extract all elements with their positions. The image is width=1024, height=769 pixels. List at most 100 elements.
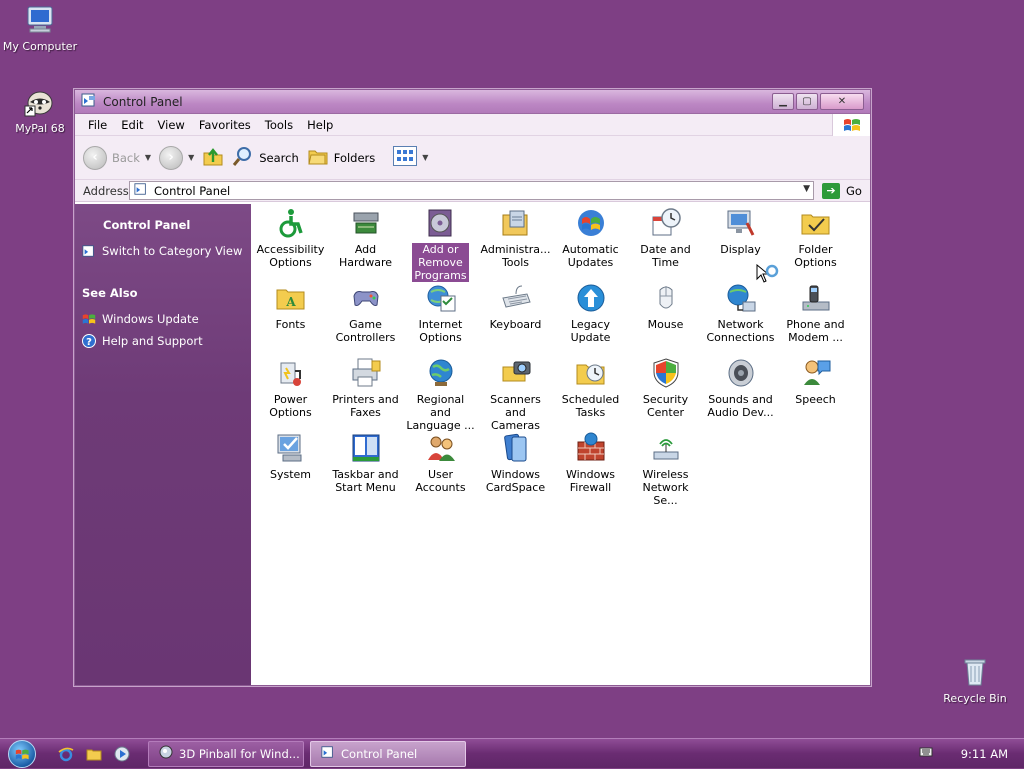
automatic-updates-icon: [575, 207, 607, 239]
close-button[interactable]: ✕: [820, 93, 864, 110]
label-line: Printers and: [332, 393, 399, 406]
control-panel-item[interactable]: Speech: [778, 357, 853, 406]
control-panel-item[interactable]: Security Center: [628, 357, 703, 419]
menu-tools[interactable]: Tools: [258, 118, 300, 132]
clock[interactable]: 9:11 AM: [961, 747, 1008, 761]
up-folder-icon: [202, 145, 224, 170]
control-panel-item[interactable]: System: [253, 432, 328, 481]
control-panel-item[interactable]: Sounds and Audio Dev...: [703, 357, 778, 419]
control-panel-item[interactable]: Power Options: [253, 357, 328, 419]
scanners-cameras-icon: [500, 357, 532, 389]
desktop-icon-recycle-bin[interactable]: Recycle Bin: [935, 656, 1015, 705]
taskbar-button-pinball[interactable]: 3D Pinball for Wind...: [148, 740, 304, 767]
control-panel-item[interactable]: Taskbar and Start Menu: [328, 432, 403, 494]
control-panel-item[interactable]: Windows CardSpace: [478, 432, 553, 494]
control-panel-item-label: Game Controllers: [334, 318, 398, 344]
media-player-icon[interactable]: [114, 746, 130, 762]
control-panel-item[interactable]: Date and Time: [628, 207, 703, 269]
control-panel-item[interactable]: Internet Options: [403, 282, 478, 344]
my-computer-icon: [24, 4, 56, 36]
maximize-button[interactable]: ▢: [796, 93, 818, 110]
chevron-down-icon[interactable]: ▼: [803, 184, 810, 194]
switch-category-view-link[interactable]: Switch to Category View: [75, 244, 251, 258]
label-line: Updates: [567, 256, 614, 269]
windows-update-link[interactable]: Windows Update: [75, 312, 251, 326]
control-panel-item[interactable]: Keyboard: [478, 282, 553, 331]
label-line: Network: [717, 318, 764, 331]
chevron-down-icon[interactable]: ▼: [145, 153, 151, 162]
taskbar-button-control-panel[interactable]: Control Panel: [310, 740, 466, 767]
control-panel-item[interactable]: Mouse: [628, 282, 703, 331]
menu-favorites[interactable]: Favorites: [192, 118, 258, 132]
taskbar-start-menu-icon: [350, 432, 382, 464]
control-panel-item[interactable]: Printers and Faxes: [328, 357, 403, 419]
control-panel-item[interactable]: Folder Options: [778, 207, 853, 269]
control-panel-item[interactable]: Regional and Language ...: [403, 357, 478, 432]
control-panel-item-label: Windows Firewall: [564, 468, 617, 494]
label-line: Remove: [418, 256, 463, 269]
menu-file[interactable]: File: [81, 118, 114, 132]
folders-label: Folders: [333, 150, 376, 165]
label-line: Add or: [422, 243, 459, 256]
views-button[interactable]: ▼: [393, 146, 428, 169]
folders-button[interactable]: Folders: [307, 145, 376, 170]
control-panel-item-label: Scheduled Tasks: [560, 393, 622, 419]
label-line: User: [427, 468, 454, 481]
label-line: Administra...: [480, 243, 551, 256]
keyboard-tray-icon[interactable]: [919, 746, 933, 761]
internet-explorer-icon[interactable]: [58, 746, 74, 762]
label-line: Connections: [706, 331, 775, 344]
help-support-link[interactable]: ? Help and Support: [75, 334, 251, 348]
up-folder-button[interactable]: [202, 145, 224, 170]
control-panel-item[interactable]: Game Controllers: [328, 282, 403, 344]
control-panel-item[interactable]: Add Hardware: [328, 207, 403, 269]
label-line: Keyboard: [489, 318, 542, 331]
label-line: Hardware: [338, 256, 393, 269]
chevron-down-icon[interactable]: ▼: [422, 153, 428, 162]
menu-edit[interactable]: Edit: [114, 118, 150, 132]
network-connections-icon: [725, 282, 757, 314]
control-panel-item[interactable]: Wireless Network Se...: [628, 432, 703, 507]
search-button[interactable]: Search: [232, 145, 299, 170]
chevron-down-icon[interactable]: ▼: [188, 153, 194, 162]
control-panel-item[interactable]: Legacy Update: [553, 282, 628, 344]
title-bar[interactable]: Control Panel ▁ ▢ ✕: [75, 90, 870, 114]
control-panel-item[interactable]: Display: [703, 207, 778, 256]
control-panel-item[interactable]: Accessibility Options: [253, 207, 328, 269]
control-panel-item[interactable]: Scanners and Cameras: [478, 357, 553, 432]
control-panel-item[interactable]: A Fonts: [253, 282, 328, 331]
explorer-folder-icon[interactable]: [86, 746, 102, 762]
control-panel-item-label: Keyboard: [488, 318, 544, 331]
start-button[interactable]: [0, 739, 44, 769]
desktop-icon-mypal[interactable]: MyPal 68: [0, 86, 80, 135]
label-line: Scheduled: [561, 393, 620, 406]
control-panel-item[interactable]: User Accounts: [403, 432, 478, 494]
label-line: Programs: [414, 269, 467, 282]
control-panel-item[interactable]: Phone and Modem ...: [778, 282, 853, 344]
menu-view[interactable]: View: [151, 118, 192, 132]
forward-button[interactable]: › ▼: [159, 145, 194, 170]
menu-bar: File Edit View Favorites Tools Help: [75, 114, 870, 136]
label-line: Start Menu: [335, 481, 396, 494]
label-line: Options: [794, 256, 837, 269]
back-arrow-icon: ‹: [83, 145, 107, 170]
control-panel-item-label: Windows CardSpace: [484, 468, 547, 494]
desktop-icon-my-computer[interactable]: My Computer: [0, 4, 80, 53]
label-line: Update: [570, 331, 611, 344]
control-panel-item[interactable]: Network Connections: [703, 282, 778, 344]
address-input[interactable]: Control Panel ▼: [129, 181, 814, 200]
back-button[interactable]: ‹ Back ▼: [83, 145, 151, 170]
control-panel-item[interactable]: Scheduled Tasks: [553, 357, 628, 419]
control-panel-item[interactable]: Automatic Updates: [553, 207, 628, 269]
control-panel-icon: [134, 182, 148, 199]
go-button[interactable]: ➔ Go: [814, 182, 870, 199]
control-panel-item-label: Network Connections: [705, 318, 777, 344]
keyboard-icon: [500, 282, 532, 314]
control-panel-item[interactable]: Windows Firewall: [553, 432, 628, 494]
control-panel-item[interactable]: Administra... Tools: [478, 207, 553, 269]
minimize-button[interactable]: ▁: [772, 93, 794, 110]
control-panel-item-label: Security Center: [641, 393, 690, 419]
menu-help[interactable]: Help: [300, 118, 340, 132]
accessibility-icon: [275, 207, 307, 239]
control-panel-item[interactable]: Add or Remove Programs: [403, 207, 478, 282]
